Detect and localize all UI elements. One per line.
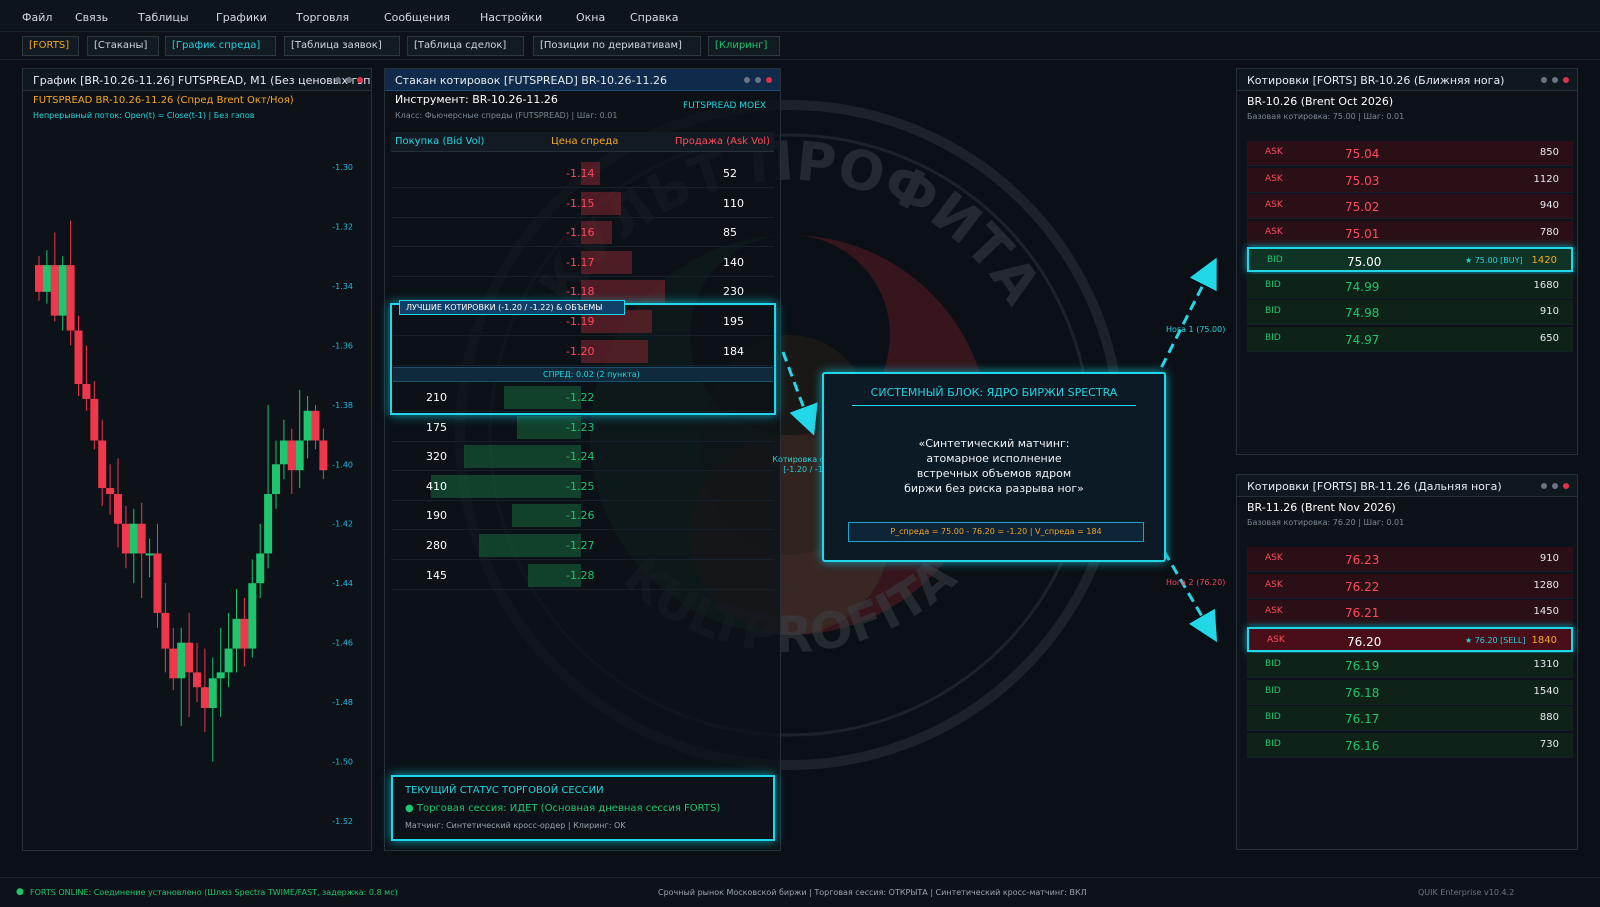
ask-quote-row[interactable]: ASK 75.03 1120: [1247, 167, 1573, 193]
quote-side: ASK: [1265, 173, 1283, 184]
bid-quote-row[interactable]: BID 76.19 1310: [1247, 653, 1573, 678]
spectra-core-block: СИСТЕМНЫЙ БЛОК: ЯДРО БИРЖИ SPECTRA «Синт…: [822, 372, 1166, 562]
ask-quote-row[interactable]: ASK 75.01 780: [1247, 220, 1573, 246]
quote-side: ASK: [1265, 226, 1283, 237]
app-version: QUIK Enterprise v10.4.2: [1418, 888, 1515, 897]
near-base-quote: Базовая котировка: 75.00 | Шаг: 0.01: [1247, 112, 1405, 121]
leg1-arrow-label: Нога 1 (75.00): [1166, 325, 1226, 334]
quote-price: 76.16: [1345, 738, 1380, 753]
core-formula: P_спреда = 75.00 - 76.20 = -1.20 | V_спр…: [848, 522, 1144, 542]
quote-price: 76.21: [1345, 606, 1380, 620]
connection-indicator-icon: ●: [16, 887, 24, 897]
bid-quote-row[interactable]: BID 76.17 880: [1247, 706, 1573, 731]
connection-status: FORTS ONLINE: Соединение установлено (Шл…: [30, 888, 398, 897]
close-icon[interactable]: [1563, 77, 1569, 83]
quote-volume: 1310: [1533, 659, 1559, 670]
quote-price: 74.98: [1345, 306, 1380, 320]
quote-price: 75.04: [1345, 147, 1380, 161]
bid-quote-row[interactable]: BID 74.97 650: [1247, 326, 1573, 352]
quote-price: 76.22: [1345, 579, 1380, 594]
far-base-quote: Базовая котировка: 76.20 | Шаг: 0.01: [1247, 518, 1405, 527]
near-instrument-name: BR-10.26 (Brent Oct 2026): [1247, 95, 1394, 108]
ask-quote-row[interactable]: ASK 75.04 850: [1247, 141, 1573, 166]
quote-volume: 1280: [1533, 579, 1559, 591]
near-leg-panel: Котировки [FORTS] BR-10.26 (Ближняя нога…: [1236, 68, 1578, 455]
bid-quote-row[interactable]: BID 74.98 910: [1247, 300, 1573, 325]
status-bar: ● FORTS ONLINE: Соединение установлено (…: [0, 877, 1600, 907]
quote-volume: 1120: [1533, 173, 1559, 185]
quote-price: 75.00: [1347, 255, 1382, 269]
quote-volume: 780: [1539, 226, 1559, 238]
ask-quote-row[interactable]: ASK 75.02 940: [1247, 194, 1573, 219]
quote-price: 74.97: [1345, 332, 1380, 347]
quote-tag: ★ 75.00 [BUY]: [1465, 256, 1523, 265]
quote-volume: 650: [1539, 332, 1559, 344]
ask-quote-row[interactable]: ASK 76.21 1450: [1247, 600, 1573, 625]
quote-side: BID: [1265, 659, 1281, 669]
quote-volume: 880: [1539, 712, 1559, 723]
core-title-divider: [852, 405, 1136, 406]
ask-quote-row[interactable]: ASK 76.20 ★ 76.20 [SELL] 1840: [1247, 626, 1573, 652]
ask-quote-row[interactable]: ASK 76.23 910: [1247, 547, 1573, 572]
maximize-icon[interactable]: [1552, 77, 1558, 83]
bid-quote-row[interactable]: BID 76.16 730: [1247, 732, 1573, 758]
quote-price: 75.03: [1345, 173, 1380, 188]
far-instrument-name: BR-11.26 (Brent Nov 2026): [1247, 501, 1396, 514]
maximize-icon[interactable]: [1552, 483, 1558, 489]
quote-price: 75.01: [1345, 226, 1380, 241]
quote-tag: ★ 76.20 [SELL]: [1465, 635, 1526, 645]
quote-volume: 1450: [1533, 606, 1559, 617]
core-title: СИСТЕМНЫЙ БЛОК: ЯДРО БИРЖИ SPECTRA: [870, 386, 1118, 399]
quote-side: BID: [1265, 712, 1281, 722]
quote-volume: 1540: [1533, 685, 1559, 697]
quote-side: BID: [1267, 255, 1283, 265]
ask-quote-row[interactable]: ASK 76.22 1280: [1247, 573, 1573, 599]
quote-price: 76.19: [1345, 659, 1380, 673]
quote-volume: 1420: [1531, 255, 1557, 266]
quote-side: ASK: [1265, 147, 1283, 157]
market-status: Срочный рынок Московской биржи | Торгова…: [658, 888, 1087, 897]
quote-volume: 1680: [1533, 279, 1559, 291]
quote-price: 76.20: [1347, 634, 1382, 649]
core-description: «Синтетический матчинг: атомарное исполн…: [904, 437, 1084, 495]
leg2-arrow-label: Нога 2 (76.20): [1166, 578, 1226, 587]
quote-side: BID: [1265, 306, 1281, 316]
quote-side: BID: [1265, 685, 1281, 696]
far-leg-panel: Котировки [FORTS] BR-11.26 (Дальняя нога…: [1236, 474, 1578, 850]
bid-quote-row[interactable]: BID 74.99 1680: [1247, 273, 1573, 299]
minimize-icon[interactable]: [1541, 483, 1547, 489]
quote-volume: 730: [1539, 738, 1559, 750]
minimize-icon[interactable]: [1541, 77, 1547, 83]
quote-volume: 910: [1539, 306, 1559, 317]
near-leg-title: Котировки [FORTS] BR-10.26 (Ближняя нога…: [1237, 69, 1577, 91]
quote-volume: 1840: [1531, 634, 1557, 646]
quote-side: ASK: [1265, 553, 1283, 563]
quote-price: 76.18: [1345, 685, 1380, 700]
quote-side: ASK: [1267, 634, 1285, 645]
bid-quote-row[interactable]: BID 76.18 1540: [1247, 679, 1573, 705]
quote-side: BID: [1265, 738, 1281, 749]
quote-volume: 850: [1539, 147, 1559, 158]
quote-volume: 910: [1539, 553, 1559, 564]
close-icon[interactable]: [1563, 483, 1569, 489]
quote-price: 75.02: [1345, 200, 1380, 214]
quote-volume: 940: [1539, 200, 1559, 211]
quote-side: ASK: [1265, 579, 1283, 590]
quote-price: 76.17: [1345, 712, 1380, 726]
quote-side: ASK: [1265, 200, 1283, 210]
far-leg-title: Котировки [FORTS] BR-11.26 (Дальняя нога…: [1237, 475, 1577, 497]
quote-price: 76.23: [1345, 553, 1380, 567]
quote-side: ASK: [1265, 606, 1283, 616]
quote-price: 74.99: [1345, 279, 1380, 294]
quote-side: BID: [1265, 279, 1281, 290]
bid-quote-row[interactable]: BID 75.00 ★ 75.00 [BUY] 1420: [1247, 247, 1573, 272]
quote-side: BID: [1265, 332, 1281, 343]
